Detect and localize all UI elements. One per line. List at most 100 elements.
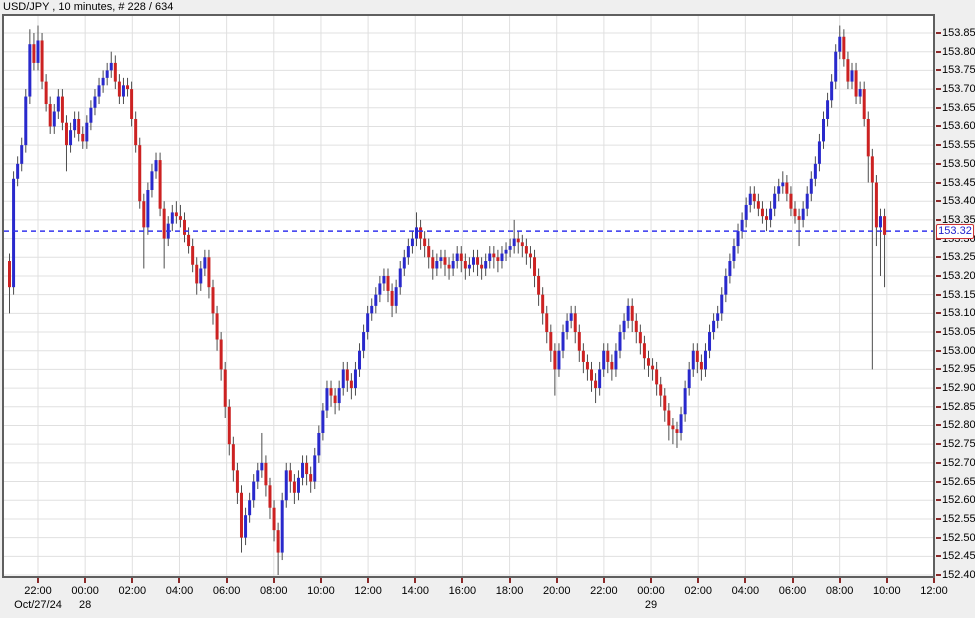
candle-down[interactable] — [553, 351, 556, 370]
candle-up[interactable] — [814, 164, 817, 179]
candle-down[interactable] — [130, 89, 133, 119]
candle-down[interactable] — [207, 257, 210, 287]
candle-up[interactable] — [122, 85, 125, 96]
candle-up[interactable] — [20, 145, 23, 164]
candle-down[interactable] — [700, 362, 703, 369]
candle-up[interactable] — [252, 482, 255, 501]
candle-down[interactable] — [212, 287, 215, 313]
candle-down[interactable] — [191, 246, 194, 265]
candle-down[interactable] — [761, 209, 764, 216]
candle-down[interactable] — [846, 59, 849, 81]
candle-down[interactable] — [631, 306, 634, 321]
candle-down[interactable] — [525, 246, 528, 253]
candle-up[interactable] — [728, 261, 731, 276]
candle-down[interactable] — [240, 493, 243, 538]
candle-down[interactable] — [655, 369, 658, 384]
candle-down[interactable] — [464, 261, 467, 268]
candle-up[interactable] — [570, 313, 573, 320]
candle-up[interactable] — [708, 332, 711, 351]
candle-up[interactable] — [378, 283, 381, 294]
candle-up[interactable] — [321, 411, 324, 433]
candle-down[interactable] — [537, 276, 540, 295]
candle-down[interactable] — [309, 474, 312, 481]
candle-up[interactable] — [16, 164, 19, 179]
candle-up[interactable] — [830, 82, 833, 101]
candle-up[interactable] — [325, 388, 328, 410]
candle-down[interactable] — [757, 201, 760, 208]
candle-down[interactable] — [179, 216, 182, 220]
candle-up[interactable] — [301, 463, 304, 478]
candle-up[interactable] — [826, 100, 829, 119]
candle-up[interactable] — [362, 332, 365, 351]
candle-up[interactable] — [93, 97, 96, 108]
candle-up[interactable] — [692, 351, 695, 370]
candle-down[interactable] — [794, 209, 797, 216]
candle-down[interactable] — [65, 123, 68, 145]
candle-down[interactable] — [855, 70, 858, 96]
candle-up[interactable] — [769, 209, 772, 220]
candle-up[interactable] — [802, 209, 805, 220]
candle-up[interactable] — [24, 97, 27, 146]
candle-up[interactable] — [382, 276, 385, 283]
chart-plot-area[interactable] — [2, 14, 935, 578]
candle-up[interactable] — [806, 194, 809, 209]
candle-up[interactable] — [260, 463, 263, 470]
candle-down[interactable] — [480, 265, 483, 269]
candle-up[interactable] — [199, 268, 202, 283]
candle-up[interactable] — [838, 37, 841, 52]
candle-down[interactable] — [391, 291, 394, 306]
candle-down[interactable] — [216, 313, 219, 339]
candle-up[interactable] — [171, 212, 174, 223]
candle-up[interactable] — [745, 205, 748, 220]
candle-down[interactable] — [142, 201, 145, 227]
candle-down[interactable] — [195, 265, 198, 284]
candle-up[interactable] — [500, 254, 503, 261]
candle-up[interactable] — [69, 130, 72, 145]
candle-down[interactable] — [867, 119, 870, 156]
candle-down[interactable] — [651, 366, 654, 370]
candle-up[interactable] — [850, 70, 853, 81]
candle-up[interactable] — [680, 414, 683, 433]
candle-down[interactable] — [232, 444, 235, 470]
candle-up[interactable] — [85, 123, 88, 142]
candle-up[interactable] — [513, 239, 516, 246]
candle-down[interactable] — [492, 254, 495, 258]
candle-down[interactable] — [549, 332, 552, 351]
candle-down[interactable] — [643, 343, 646, 358]
candle-up[interactable] — [627, 306, 630, 321]
candle-up[interactable] — [456, 254, 459, 261]
candle-down[interactable] — [842, 37, 845, 59]
candle-up[interactable] — [366, 313, 369, 332]
candle-down[interactable] — [671, 425, 674, 429]
candle-up[interactable] — [403, 257, 406, 268]
candle-up[interactable] — [248, 500, 251, 515]
candle-down[interactable] — [476, 257, 479, 264]
candle-down[interactable] — [667, 411, 670, 426]
candle-up[interactable] — [36, 40, 39, 62]
candle-down[interactable] — [61, 97, 64, 123]
candle-down[interactable] — [346, 369, 349, 380]
candle-down[interactable] — [578, 332, 581, 351]
candle-down[interactable] — [350, 381, 353, 388]
candle-down[interactable] — [126, 85, 129, 89]
candle-down[interactable] — [582, 351, 585, 362]
candle-down[interactable] — [586, 362, 589, 369]
candle-up[interactable] — [281, 500, 284, 552]
candle-up[interactable] — [704, 351, 707, 370]
candle-up[interactable] — [98, 85, 101, 96]
candle-up[interactable] — [562, 332, 565, 351]
candle-down[interactable] — [228, 407, 231, 444]
candle-up[interactable] — [834, 52, 837, 82]
candle-up[interactable] — [773, 194, 776, 209]
candle-up[interactable] — [358, 351, 361, 370]
candle-up[interactable] — [614, 351, 617, 370]
candle-down[interactable] — [224, 369, 227, 406]
candle-down[interactable] — [427, 246, 430, 257]
candle-down[interactable] — [264, 463, 267, 485]
candle-down[interactable] — [675, 429, 678, 433]
candle-up[interactable] — [374, 295, 377, 306]
candle-up[interactable] — [342, 369, 345, 388]
candle-down[interactable] — [273, 508, 276, 530]
candle-down[interactable] — [49, 104, 52, 126]
candle-down[interactable] — [8, 261, 11, 287]
